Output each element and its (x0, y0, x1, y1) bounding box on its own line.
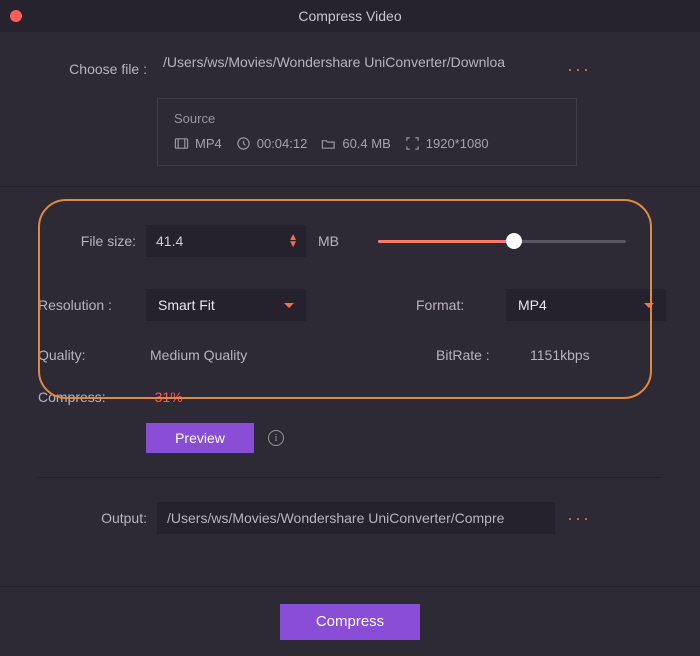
quality-label: Quality: (38, 347, 146, 363)
format-value: MP4 (518, 297, 547, 313)
source-resolution: 1920*1080 (405, 136, 489, 151)
slider-thumb[interactable] (506, 233, 522, 249)
choose-file-browse-button[interactable]: ··· (567, 64, 591, 74)
resolution-dropdown[interactable]: Smart Fit (146, 289, 306, 321)
source-duration: 00:04:12 (236, 136, 308, 151)
source-resolution-value: 1920*1080 (426, 136, 489, 151)
chevron-down-icon (284, 303, 294, 308)
compress-label: Compress: (38, 389, 146, 405)
filesize-unit: MB (306, 233, 366, 249)
folder-icon (321, 136, 336, 151)
source-size-value: 60.4 MB (342, 136, 390, 151)
filesize-value: 41.4 (156, 233, 183, 249)
window-title: Compress Video (298, 8, 401, 24)
titlebar: Compress Video (0, 0, 700, 32)
footer: Compress (0, 586, 700, 656)
slider-fill (378, 240, 514, 243)
clock-icon (236, 136, 251, 151)
preview-button[interactable]: Preview (146, 423, 254, 453)
window-close-button[interactable] (10, 10, 22, 22)
resolution-value: Smart Fit (158, 297, 215, 313)
format-label: Format: (416, 297, 506, 313)
choose-file-label: Choose file : (55, 61, 157, 77)
source-duration-value: 00:04:12 (257, 136, 308, 151)
output-path[interactable]: /Users/ws/Movies/Wondershare UniConverte… (157, 502, 555, 534)
fullscreen-icon (405, 136, 420, 151)
settings-section: File size: 41.4 ▲ ▼ MB Resolution : Smar… (0, 187, 700, 478)
choose-file-path[interactable]: /Users/ws/Movies/Wondershare UniConverte… (157, 54, 555, 84)
source-heading: Source (174, 111, 560, 126)
compress-button[interactable]: Compress (280, 604, 420, 640)
source-info-box: Source MP4 00:04:12 60.4 MB (157, 98, 577, 166)
bitrate-label: BitRate : (436, 347, 526, 363)
divider (38, 477, 662, 478)
film-icon (174, 136, 189, 151)
filesize-stepper[interactable]: ▲ ▼ (288, 234, 298, 248)
chevron-down-icon[interactable]: ▼ (288, 241, 298, 248)
filesize-slider[interactable] (366, 240, 642, 243)
source-format: MP4 (174, 136, 222, 151)
info-icon[interactable]: i (268, 430, 284, 446)
source-size: 60.4 MB (321, 136, 390, 151)
source-section: Choose file : /Users/ws/Movies/Wondersha… (0, 32, 700, 187)
chevron-down-icon (644, 303, 654, 308)
filesize-input[interactable]: 41.4 ▲ ▼ (146, 225, 306, 257)
format-dropdown[interactable]: MP4 (506, 289, 666, 321)
quality-value: Medium Quality (146, 347, 356, 363)
bitrate-value: 1151kbps (526, 347, 686, 363)
source-format-value: MP4 (195, 136, 222, 151)
output-browse-button[interactable]: ··· (567, 513, 591, 523)
filesize-label: File size: (38, 233, 146, 249)
resolution-label: Resolution : (38, 297, 146, 313)
output-label: Output: (55, 510, 157, 526)
compress-value: -31% (146, 389, 306, 405)
